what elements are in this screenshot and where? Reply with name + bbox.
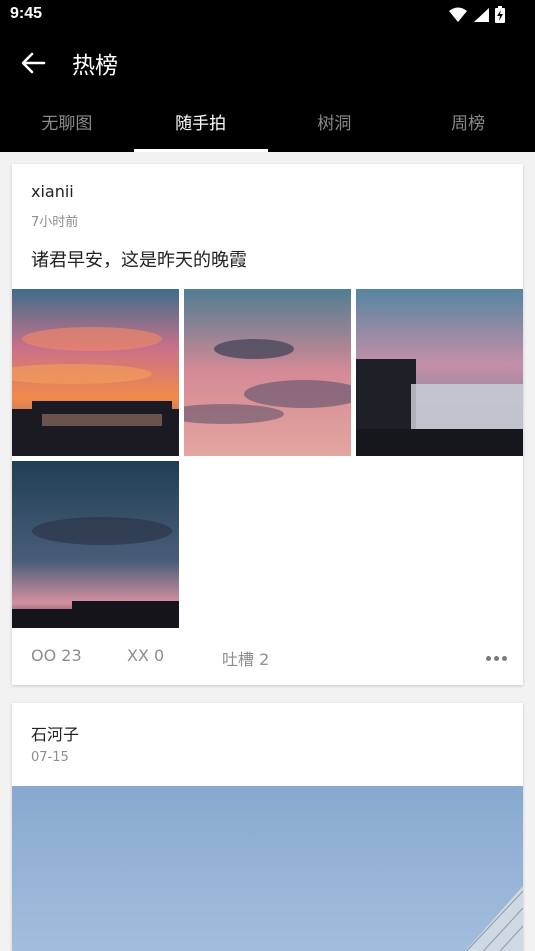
post-content: 诸君早安，这是昨天的晚霞 [31, 250, 247, 271]
oo-button[interactable]: OO 23 [31, 646, 82, 665]
post-actions: OO 23 XX 0 吐槽 2 [12, 646, 523, 670]
tab-weekly[interactable]: 周榜 [401, 96, 535, 152]
status-time: 9:45 [10, 5, 43, 22]
post-card[interactable]: 石河子 07-15 [12, 703, 523, 951]
post-photo[interactable] [12, 289, 179, 456]
post-photo[interactable] [356, 289, 523, 456]
status-bar: 9:45 [0, 0, 535, 30]
comment-button[interactable]: 吐槽 2 [222, 646, 269, 670]
post-photo[interactable] [184, 289, 351, 456]
tab-bar: 无聊图 随手拍 树洞 周榜 [0, 96, 535, 152]
post-time: 7小时前 [31, 215, 79, 230]
wifi-icon [449, 7, 467, 22]
more-icon[interactable] [486, 656, 507, 661]
tab-snapshots[interactable]: 随手拍 [133, 96, 268, 152]
post-author[interactable]: xianii [31, 182, 74, 201]
post-time: 07-15 [31, 750, 69, 765]
tab-boring-pics[interactable]: 无聊图 [0, 96, 134, 152]
post-photo[interactable] [12, 461, 179, 628]
signal-icon [474, 7, 489, 22]
app-bar: 热榜 [0, 30, 535, 96]
back-arrow-icon[interactable] [20, 50, 46, 76]
battery-icon [495, 6, 505, 23]
post-photo[interactable] [12, 786, 523, 951]
page-title: 热榜 [72, 53, 118, 79]
xx-button[interactable]: XX 0 [127, 646, 164, 665]
tab-treehole[interactable]: 树洞 [268, 96, 402, 152]
post-card[interactable]: xianii 7小时前 诸君早安，这是昨天的晚霞 OO 23 XX 0 吐槽 2 [12, 164, 523, 685]
post-author[interactable]: 石河子 [31, 721, 79, 745]
